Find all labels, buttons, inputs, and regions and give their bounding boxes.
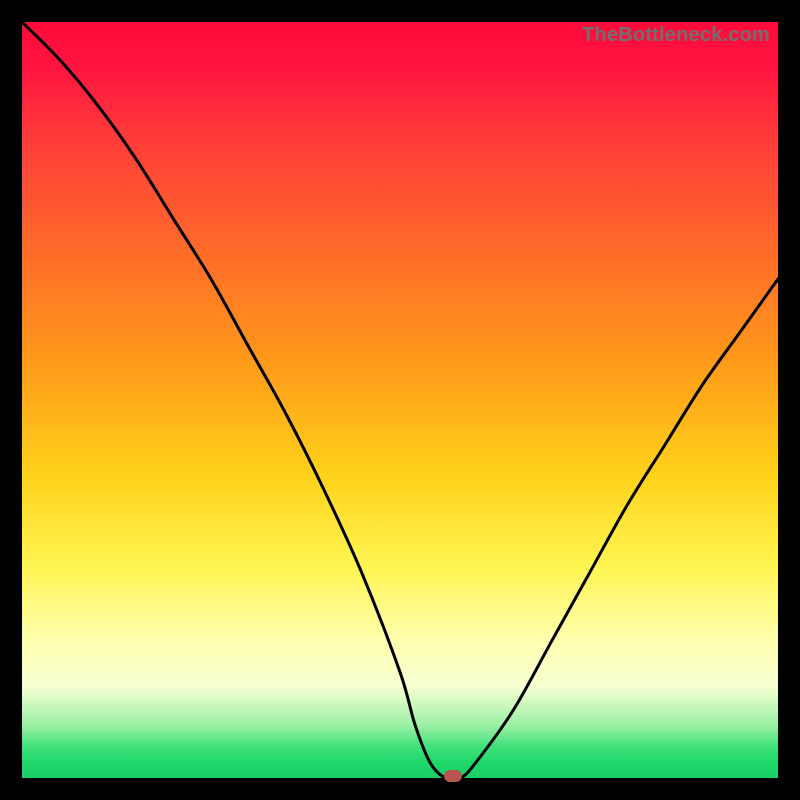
bottleneck-point-marker (444, 770, 462, 782)
plot-area: TheBottleneck.com (22, 22, 778, 778)
chart-frame: { "watermark": "TheBottleneck.com", "mar… (0, 0, 800, 800)
bottleneck-curve (22, 22, 778, 778)
